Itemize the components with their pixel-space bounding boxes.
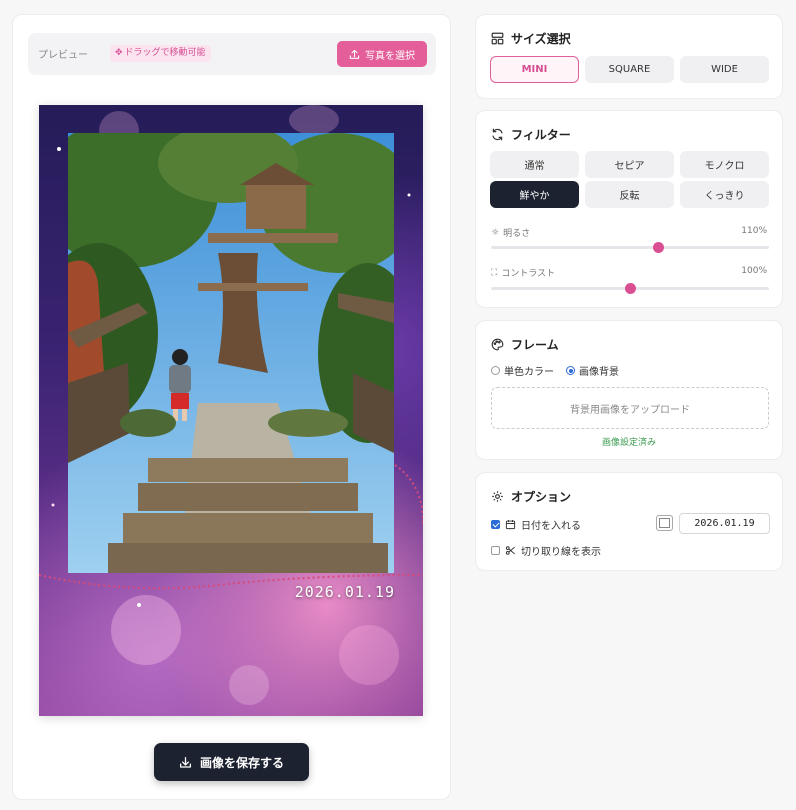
treehouse-photo xyxy=(68,133,394,573)
brightness-slider-thumb[interactable] xyxy=(652,242,664,253)
filter-section: フィルター 通常 セピア モノクロ 鮮やか 反転 くっきり ☼ 明るさ 110%… xyxy=(475,110,783,308)
size-section-title: サイズ選択 xyxy=(491,30,571,47)
solid-color-label[interactable]: 単色カラー xyxy=(504,363,554,378)
filter-title-text: フィルター xyxy=(511,128,571,142)
layout-icon xyxy=(491,32,504,45)
save-image-button[interactable]: 画像を保存する xyxy=(154,743,309,781)
filter-normal-button[interactable]: 通常 xyxy=(490,151,579,178)
options-section: オプション 日付を入れる 2026.01.19 切り取り線を表示 xyxy=(475,472,783,571)
select-photo-button[interactable]: 写真を選択 xyxy=(337,41,427,67)
cutline-option-label[interactable]: 切り取り線を表示 xyxy=(521,543,601,558)
photo-frame-canvas[interactable]: 2026.01.19 xyxy=(39,105,423,716)
bokeh-light xyxy=(289,105,339,135)
solid-color-radio[interactable] xyxy=(491,366,500,375)
options-section-title: オプション xyxy=(491,488,571,505)
refresh-icon xyxy=(492,128,503,141)
contrast-icon: ⛶ xyxy=(491,267,498,278)
size-title-text: サイズ選択 xyxy=(511,32,571,46)
frame-mode-options: 単色カラー 画像背景 xyxy=(491,363,619,378)
filter-section-title: フィルター xyxy=(491,126,571,143)
frame-section-title: フレーム xyxy=(491,336,559,353)
gear-icon xyxy=(492,491,503,502)
upload-zone-text: 背景用画像をアップロード xyxy=(570,404,690,416)
image-background-label[interactable]: 画像背景 xyxy=(579,363,619,378)
contrast-label: ⛶ コントラスト xyxy=(491,266,556,280)
cutline-checkbox[interactable] xyxy=(491,546,500,555)
bokeh-light xyxy=(229,665,269,705)
palette-icon xyxy=(491,338,504,351)
uploaded-photo[interactable] xyxy=(68,133,394,573)
background-upload-dropzone[interactable]: 背景用画像をアップロード xyxy=(491,387,769,429)
bokeh-light xyxy=(339,625,399,685)
date-color-picker[interactable] xyxy=(656,515,673,531)
size-square-button[interactable]: SQUARE xyxy=(585,56,674,83)
download-icon xyxy=(179,756,192,768)
date-stamp-overlay: 2026.01.19 xyxy=(294,583,395,601)
contrast-slider[interactable] xyxy=(491,283,769,294)
cutline-option-row: 切り取り線を表示 xyxy=(491,543,601,558)
move-icon: ✥ xyxy=(115,48,123,58)
select-photo-label: 写真を選択 xyxy=(365,50,415,62)
brightness-slider[interactable] xyxy=(491,242,769,253)
contrast-slider-thumb[interactable] xyxy=(625,283,636,294)
scissors-icon xyxy=(505,546,515,555)
size-wide-button[interactable]: WIDE xyxy=(680,56,769,83)
save-image-label: 画像を保存する xyxy=(199,755,284,770)
filter-vivid-button[interactable]: 鮮やか xyxy=(490,181,579,208)
preview-label: プレビュー xyxy=(38,50,88,61)
upload-icon xyxy=(349,49,360,59)
size-mini-button[interactable]: MINI xyxy=(490,56,579,83)
contrast-label-text: コントラスト xyxy=(501,269,556,279)
date-input[interactable]: 2026.01.19 xyxy=(679,513,770,534)
date-option-label[interactable]: 日付を入れる xyxy=(521,517,581,532)
date-option-row: 日付を入れる xyxy=(491,517,581,532)
filter-invert-button[interactable]: 反転 xyxy=(585,181,674,208)
filter-sepia-button[interactable]: セピア xyxy=(585,151,674,178)
frame-section: フレーム 単色カラー 画像背景 背景用画像をアップロード 画像設定済み xyxy=(475,320,783,460)
preview-toolbar: プレビュー ✥ ドラッグで移動可能 写真を選択 xyxy=(28,33,436,75)
drag-hint-badge: ✥ ドラッグで移動可能 xyxy=(110,45,211,62)
size-selection-section: サイズ選択 MINI SQUARE WIDE xyxy=(475,14,783,99)
preview-panel: プレビュー ✥ ドラッグで移動可能 写真を選択 2026.01.19 画像を保存… xyxy=(12,14,451,800)
brightness-value: 110% xyxy=(741,226,767,236)
brightness-label: ☼ 明るさ xyxy=(491,226,531,240)
options-title-text: オプション xyxy=(511,490,572,504)
frame-title-text: フレーム xyxy=(511,338,559,352)
calendar-icon xyxy=(505,520,516,530)
filter-mono-button[interactable]: モノクロ xyxy=(680,151,769,178)
contrast-value: 100% xyxy=(741,266,767,276)
bokeh-light xyxy=(111,595,181,665)
drag-hint-text: ドラッグで移動可能 xyxy=(124,48,206,58)
image-set-status: 画像設定済み xyxy=(601,438,656,448)
image-background-radio[interactable] xyxy=(566,366,575,375)
sun-icon: ☼ xyxy=(491,227,500,238)
date-checkbox[interactable] xyxy=(491,520,500,529)
filter-sharp-button[interactable]: くっきり xyxy=(680,181,769,208)
brightness-label-text: 明るさ xyxy=(503,229,531,239)
